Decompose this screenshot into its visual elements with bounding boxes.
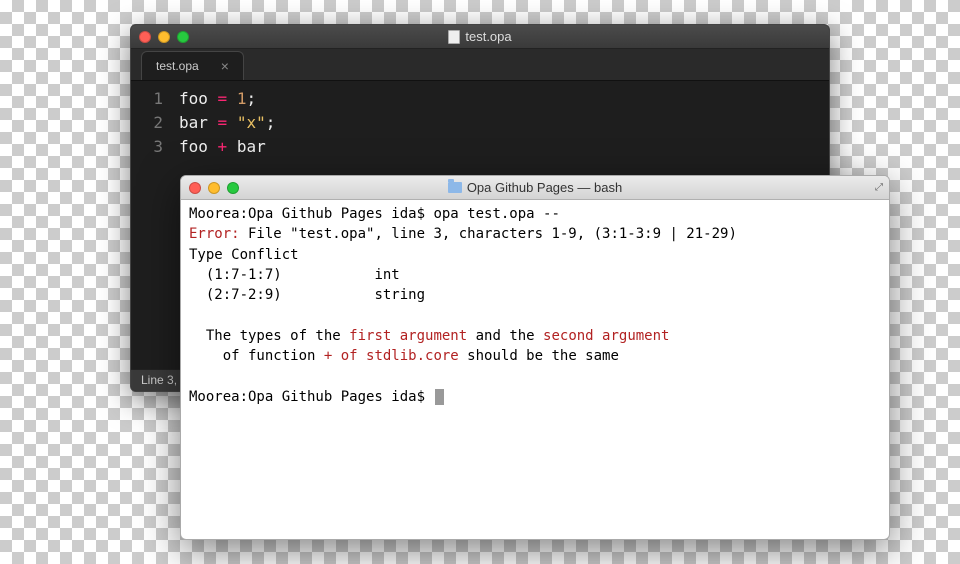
cursor-icon bbox=[435, 389, 444, 405]
error-text: File "test.opa", line 3, characters 1-9,… bbox=[240, 226, 737, 242]
type-row: (1:7-1:7) bbox=[189, 267, 374, 283]
type-name: int bbox=[374, 267, 399, 283]
conflict-header: Type Conflict bbox=[189, 247, 299, 263]
folder-icon bbox=[448, 182, 462, 193]
expand-icon[interactable]: ⤢ bbox=[875, 182, 883, 193]
hl-second-arg: second argument bbox=[543, 328, 669, 344]
command: opa test.opa -- bbox=[433, 206, 559, 222]
code-line: bar = "x"; bbox=[179, 111, 275, 135]
error-label: Error: bbox=[189, 226, 240, 242]
line-number: 1 bbox=[131, 87, 163, 111]
editor-tabbar: test.opa × bbox=[131, 49, 829, 81]
terminal-body[interactable]: Moorea:Opa Github Pages ida$ opa test.op… bbox=[181, 200, 889, 411]
line-number: 3 bbox=[131, 135, 163, 159]
status-text: Line 3, bbox=[141, 373, 177, 387]
tab-test-opa[interactable]: test.opa × bbox=[141, 51, 244, 80]
type-name: string bbox=[374, 287, 425, 303]
file-icon bbox=[448, 30, 460, 44]
hl-stdlib: of stdlib.core bbox=[341, 348, 459, 364]
terminal-window: Opa Github Pages — bash ⤢ Moorea:Opa Git… bbox=[180, 175, 890, 540]
hl-first-arg: first argument bbox=[349, 328, 467, 344]
code-line: foo = 1; bbox=[179, 87, 275, 111]
terminal-titlebar[interactable]: Opa Github Pages — bash ⤢ bbox=[181, 176, 889, 200]
gutter: 1 2 3 bbox=[131, 81, 173, 369]
prompt: Moorea:Opa Github Pages ida$ bbox=[189, 389, 433, 405]
editor-title: test.opa bbox=[131, 29, 829, 44]
editor-title-text: test.opa bbox=[465, 29, 511, 44]
tab-close-icon[interactable]: × bbox=[221, 61, 229, 71]
type-row: (2:7-2:9) bbox=[189, 287, 374, 303]
editor-titlebar[interactable]: test.opa bbox=[131, 25, 829, 49]
prompt: Moorea:Opa Github Pages ida$ bbox=[189, 206, 433, 222]
terminal-title: Opa Github Pages — bash bbox=[181, 180, 889, 195]
tab-label: test.opa bbox=[156, 59, 199, 73]
terminal-title-text: Opa Github Pages — bash bbox=[467, 180, 622, 195]
code-line: foo + bar bbox=[179, 135, 275, 159]
line-number: 2 bbox=[131, 111, 163, 135]
